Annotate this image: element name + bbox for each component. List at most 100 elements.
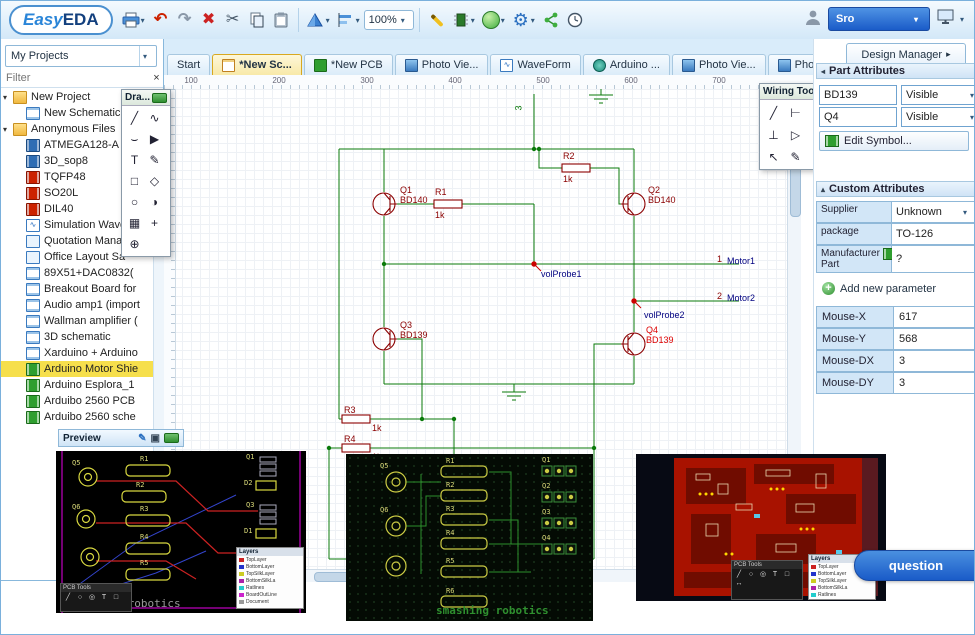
schematic-label-1k[interactable]: 1k (372, 423, 382, 433)
schematic-label-2[interactable]: 2 (717, 291, 722, 301)
simulation-run-icon[interactable] (479, 8, 503, 32)
layer-row-bottomsilkla[interactable]: BottomSilkLa (809, 584, 875, 591)
schematic-label-bd140[interactable]: BD140 (648, 195, 676, 205)
origin-tool[interactable]: ⊕ (124, 234, 145, 254)
tab-photo-vie[interactable]: Photo Vie... (672, 54, 766, 75)
layer-row-boardoutline[interactable]: BoardOutLine (809, 598, 875, 600)
part-value-input[interactable]: Q4 (819, 107, 897, 127)
attribute-value-input[interactable]: ? (892, 245, 975, 273)
schematic-label-r1[interactable]: R1 (435, 187, 447, 197)
user-menu-button[interactable]: Sro ▾ (828, 7, 930, 31)
transistor-q4[interactable] (621, 333, 645, 355)
schematic-label-r3[interactable]: R3 (344, 405, 356, 415)
via-tool-icon[interactable]: ◎ (86, 593, 98, 602)
pcb-preview-3[interactable]: PCB Tools ╱○◎T□↔ Layers TopLayerBottomLa… (636, 454, 886, 601)
custom-attributes-header[interactable]: ▴ Custom Attributes (816, 181, 975, 197)
voltage-probe-2[interactable] (632, 299, 641, 308)
format-brush-icon[interactable] (425, 8, 449, 32)
print-caret-icon[interactable]: ▾ (141, 16, 149, 25)
part-attributes-header[interactable]: ◂ Part Attributes (816, 63, 975, 79)
tree-item-arduibo-2560-pcb[interactable]: Arduibo 2560 PCB (1, 393, 153, 409)
palette-collapse-icon[interactable] (164, 433, 179, 443)
tab-new-pcb[interactable]: *New PCB (304, 54, 393, 75)
attribute-value-select[interactable]: Unknown▾ (892, 201, 975, 223)
pad-tool-icon[interactable]: ○ (745, 570, 757, 579)
simulation-caret-icon[interactable]: ▾ (501, 16, 509, 25)
schematic-label-3[interactable]: 3 (514, 105, 524, 110)
drawing-tools-header[interactable]: Dra... (122, 90, 170, 106)
edit-pencil-icon[interactable]: ✎ (138, 433, 146, 444)
track-tool-icon[interactable]: ╱ (62, 593, 74, 602)
resistor-r3[interactable] (342, 415, 370, 423)
window-mode-icon[interactable] (936, 8, 956, 31)
schematic-label-motor1[interactable]: Motor1 (727, 256, 755, 266)
transistor-q3[interactable] (373, 328, 397, 350)
resistor-r4[interactable] (342, 444, 370, 452)
schematic-label-volprobe1[interactable]: volProbe1 (541, 269, 582, 279)
symbol-wizard-icon[interactable] (304, 8, 328, 32)
layer-row-toplayer[interactable]: TopLayer (237, 556, 303, 563)
layer-row-bottomsilkla[interactable]: BottomSilkLa (237, 577, 303, 584)
tree-item-arduino-motor-shie[interactable]: Arduino Motor Shie (1, 361, 153, 377)
pcb-preview-1[interactable]: Q5R1Q1D2R2Q6R3Q3D1R4R5 smashing robotics… (56, 451, 306, 613)
layer-row-topsilklayer[interactable]: TopSilkLayer (237, 570, 303, 577)
visibility-select[interactable]: Visible▾ (901, 85, 975, 105)
tree-item-breakout-board-for[interactable]: Breakout Board for (1, 281, 153, 297)
paste-icon[interactable] (269, 8, 293, 32)
expand-arrow-icon[interactable]: ▾ (3, 125, 13, 134)
part-value-input[interactable]: BD139 (819, 85, 897, 105)
net-port-tool[interactable]: ▷ (784, 124, 807, 145)
schematic-label-q4[interactable]: Q4 (646, 325, 658, 335)
arrow-tool[interactable]: ▶ (144, 129, 165, 149)
layer-row-ratlines[interactable]: Ratlines (237, 584, 303, 591)
history-icon[interactable] (563, 8, 587, 32)
zoom-select[interactable]: 100% ▾ (364, 10, 414, 30)
redo-icon[interactable]: ↷ (173, 8, 197, 32)
tree-item-arduino-esplora-1[interactable]: Arduino Esplora_1 (1, 377, 153, 393)
share-icon[interactable] (539, 8, 563, 32)
text-tool[interactable]: T (124, 150, 145, 170)
layers-panel[interactable]: Layers TopLayerBottomLayerTopSilkLayerBo… (236, 547, 304, 609)
align-caret-icon[interactable]: ▾ (356, 16, 364, 25)
measure-tool-icon[interactable]: ↔ (733, 579, 745, 588)
pcb-tools-panel[interactable]: PCB Tools ╱○◎T□↔ (731, 560, 803, 600)
delete-icon[interactable]: ✖ (197, 8, 221, 32)
rect-tool-icon[interactable]: □ (781, 570, 793, 579)
image-tool[interactable]: ▦ (124, 213, 145, 233)
settings-caret-icon[interactable]: ▾ (531, 16, 539, 25)
filter-input[interactable] (1, 71, 150, 85)
wire-tool[interactable]: ╱ (124, 108, 145, 128)
layer-row-bottomlayer[interactable]: BottomLayer (237, 563, 303, 570)
pencil-tool[interactable]: ✎ (144, 150, 165, 170)
edit-symbol-button[interactable]: Edit Symbol... (819, 131, 969, 151)
arc-tool[interactable]: ⌣ (124, 129, 145, 149)
visibility-select[interactable]: Visible▾ (901, 107, 975, 127)
easyeda-logo[interactable]: EasyEDA (9, 5, 113, 35)
tab-arduino[interactable]: Arduino ... (583, 54, 670, 75)
align-icon[interactable] (334, 8, 358, 32)
filter-clear-icon[interactable]: × (150, 72, 163, 84)
tree-item-xarduino-arduino[interactable]: Xarduino + Arduino (1, 345, 153, 361)
copy-icon[interactable] (245, 8, 269, 32)
transistor-q1[interactable] (373, 193, 397, 215)
transistor-q2[interactable] (621, 193, 645, 215)
ground-tool[interactable]: ⊥ (762, 124, 785, 145)
schematic-label-bd139[interactable]: BD139 (646, 335, 674, 345)
schematic-label-motor2[interactable]: Motor2 (727, 293, 755, 303)
settings-gear-icon[interactable]: ⚙ (509, 8, 533, 32)
via-tool-icon[interactable]: ◎ (757, 570, 769, 579)
tree-item-arduibo-2560-sche[interactable]: Arduibo 2560 sche (1, 409, 153, 425)
expand-arrow-icon[interactable]: ▾ (3, 93, 13, 102)
text-tool-icon[interactable]: T (769, 570, 781, 579)
ellipse-tool[interactable]: ○ (124, 192, 145, 212)
tree-item-wallman-amplifier[interactable]: Wallman amplifier ( (1, 313, 153, 329)
tab-photo-vie[interactable]: Photo Vie... (395, 54, 489, 75)
bus-tool[interactable]: ⊢ (784, 102, 807, 123)
palette-collapse-icon[interactable] (152, 93, 167, 103)
wire-tool[interactable]: ╱ (762, 102, 785, 123)
schematic-label-bd140[interactable]: BD140 (400, 195, 428, 205)
drag-tool[interactable]: + (144, 213, 165, 233)
tree-item-89x51-dac0832[interactable]: 89X51+DAC0832( (1, 265, 153, 281)
pen-tool[interactable]: ✎ (784, 146, 807, 167)
layer-row-boardoutline[interactable]: BoardOutLine (237, 591, 303, 598)
